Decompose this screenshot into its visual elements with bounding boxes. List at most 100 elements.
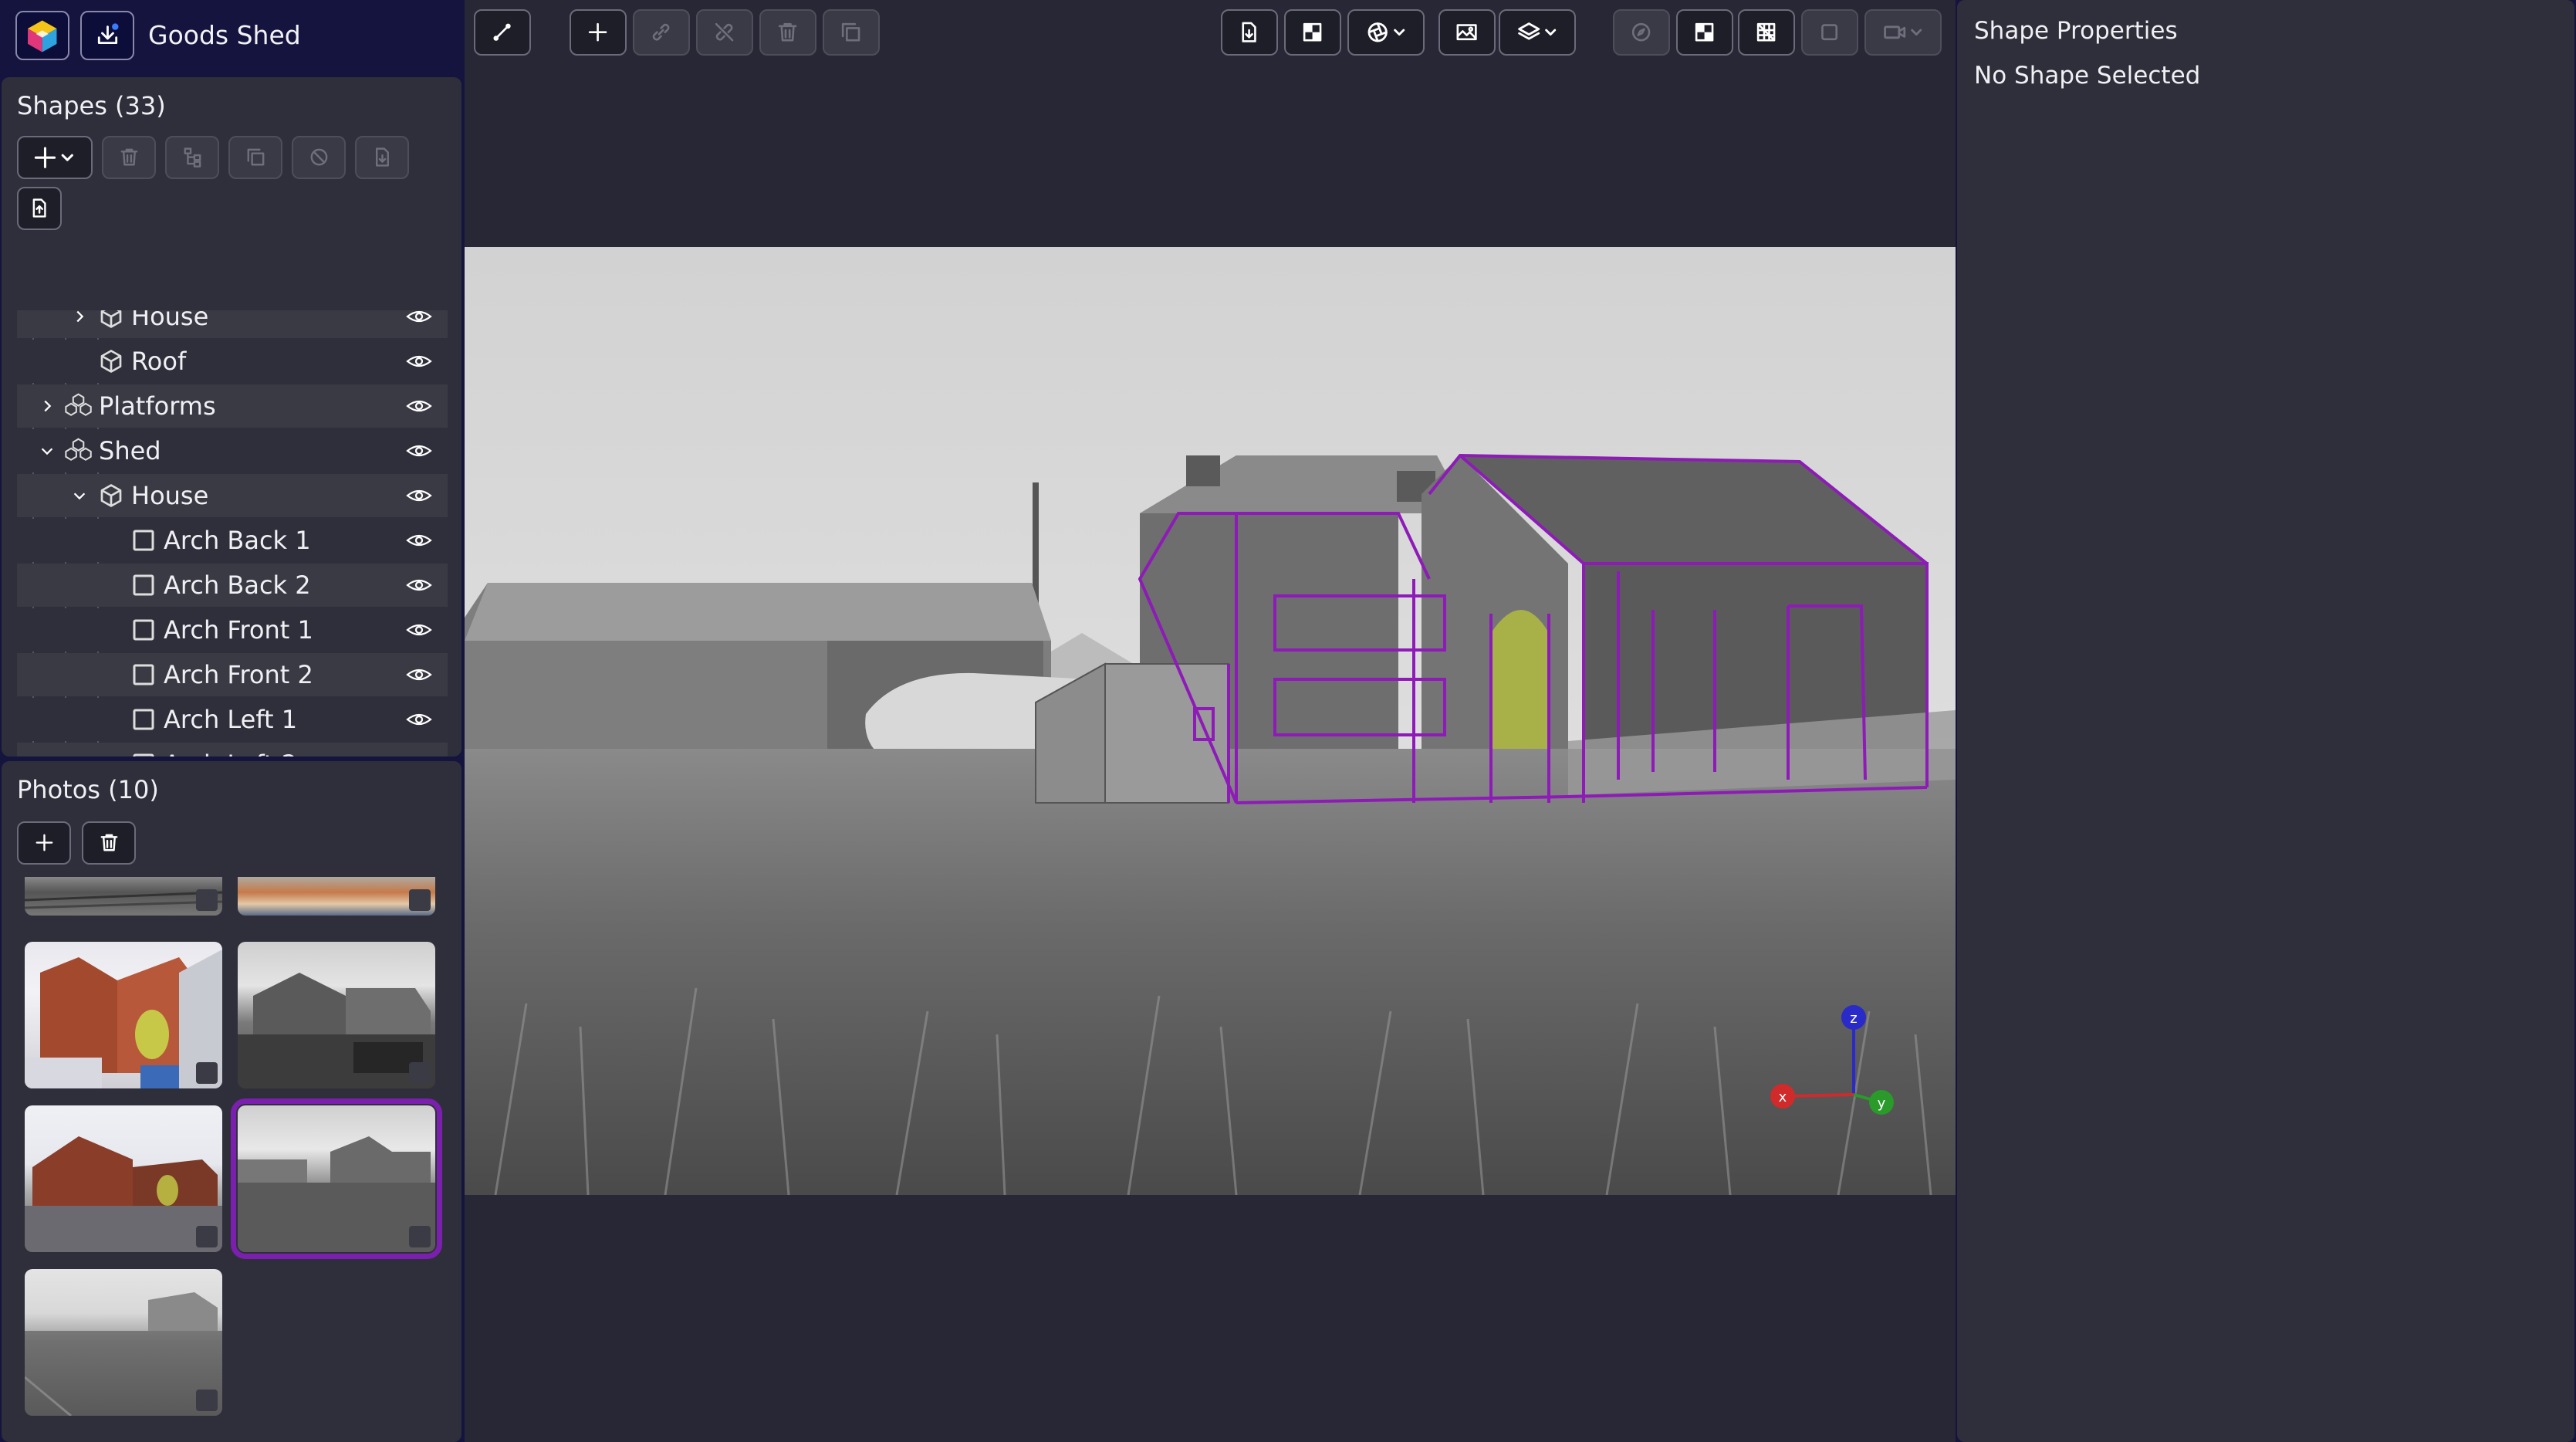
chevron-down-icon[interactable] [71, 487, 88, 504]
tree-row-arch-back-2[interactable]: Arch Back 2 [17, 564, 448, 607]
cube-group-icon [65, 438, 92, 461]
eye-visibility-icon[interactable] [406, 310, 432, 326]
eye-visibility-icon[interactable] [406, 665, 432, 684]
tree-row-arch-left-2[interactable]: Arch Left 2 [17, 743, 448, 757]
delete-shape-button[interactable] [102, 136, 156, 179]
photo-thumbnail[interactable] [25, 942, 222, 1088]
tree-row-label: House [131, 481, 209, 510]
add-shape-button[interactable] [17, 136, 93, 179]
tree-row-arch-front-2[interactable]: Arch Front 2 [17, 653, 448, 696]
camera-dropdown-button[interactable] [1864, 9, 1942, 56]
tree-row-label: Roof [131, 347, 187, 376]
photo-thumbnail[interactable] [238, 877, 435, 916]
photo-thumbnail[interactable] [25, 1105, 222, 1252]
export-button[interactable] [80, 11, 134, 60]
copy-icon [247, 149, 264, 166]
plus-dropdown-icon [35, 147, 74, 168]
tree-row-arch-front-1[interactable]: Arch Front 1 [17, 608, 448, 652]
eye-visibility-icon[interactable] [406, 486, 432, 505]
face-square-icon [133, 753, 154, 757]
eye-visibility-icon[interactable] [406, 397, 432, 415]
chevron-right-icon[interactable] [71, 310, 88, 325]
photo-scene: z x y [465, 247, 1956, 1195]
add-point-button[interactable] [570, 9, 627, 56]
ban-icon [310, 149, 327, 166]
reference-photo[interactable]: z x y [465, 247, 1956, 1195]
import-shape-button[interactable] [355, 136, 409, 179]
checker-toggle-button[interactable] [1284, 9, 1341, 56]
delete-point-button[interactable] [759, 9, 816, 56]
aperture-dropdown-button[interactable] [1347, 9, 1425, 56]
tree-row-house[interactable]: House [17, 474, 448, 517]
cube-logo-icon [28, 20, 57, 52]
cube-group-icon [65, 393, 92, 416]
chevron-down-icon[interactable] [39, 442, 56, 459]
tree-row-platforms[interactable]: Platforms [17, 384, 448, 428]
eye-visibility-icon[interactable] [406, 621, 432, 639]
tree-row-arch-back-1[interactable]: Arch Back 1 [17, 519, 448, 562]
tree-row-house[interactable]: House [17, 310, 448, 338]
cube-icon [100, 350, 122, 373]
trash-icon [779, 23, 797, 42]
copy-point-button[interactable] [823, 9, 880, 56]
face-square-icon [133, 619, 154, 641]
eye-visibility-icon[interactable] [406, 755, 432, 757]
measure-tool-button[interactable] [474, 9, 531, 56]
tree-row-label: Arch Left 2 [164, 750, 297, 757]
app-logo-button[interactable] [15, 11, 69, 60]
file-import-icon [375, 147, 389, 168]
download-icon [97, 23, 118, 45]
photo-badge-icon [409, 1062, 431, 1084]
tree-row-label: Arch Left 1 [164, 705, 298, 734]
tree-row-roof[interactable]: Roof [17, 340, 448, 383]
face-square-icon [133, 664, 154, 685]
eye-visibility-icon[interactable] [406, 576, 432, 594]
export-shape-button[interactable] [17, 187, 62, 230]
disable-button[interactable] [292, 136, 346, 179]
axis-x-label: x [1779, 1089, 1787, 1105]
face-square-icon [133, 574, 154, 596]
photo-view-button[interactable] [1438, 9, 1496, 56]
viewport[interactable]: z x y [465, 0, 1956, 1442]
compass-button[interactable] [1613, 9, 1670, 56]
tree-row-label: Arch Back 1 [164, 526, 311, 555]
checker-icon [1695, 23, 1714, 42]
link-button[interactable] [633, 9, 690, 56]
grid-off-icon [1757, 23, 1776, 42]
import-button[interactable] [1221, 9, 1278, 56]
tree-row-label: Shed [99, 436, 161, 465]
add-photo-button[interactable] [17, 821, 71, 865]
photo-badge-icon [409, 889, 431, 911]
layers-dropdown-button[interactable] [1499, 9, 1576, 56]
photo-badge-icon [196, 1062, 218, 1084]
hierarchy-button[interactable] [165, 136, 219, 179]
face-square-icon [133, 709, 154, 730]
trash-icon [100, 834, 117, 851]
photo-thumbnail[interactable] [25, 877, 222, 916]
chevron-right-icon[interactable] [39, 398, 56, 415]
shapes-panel-title: Shapes (33) [17, 91, 166, 120]
tree-row-shed[interactable]: Shed [17, 429, 448, 472]
eye-visibility-icon[interactable] [406, 352, 432, 371]
photo-thumbnail-selected[interactable] [231, 1098, 442, 1259]
hierarchy-icon [184, 147, 201, 168]
overlay-checker-button[interactable] [1676, 9, 1733, 56]
tree-row-label: Arch Front 2 [164, 660, 313, 689]
grid-off-button[interactable] [1738, 9, 1795, 56]
photo-badge-icon [196, 1226, 218, 1247]
photo-badge-icon [409, 1226, 431, 1247]
eye-visibility-icon[interactable] [406, 710, 432, 729]
frame-button[interactable] [1801, 9, 1858, 56]
eye-visibility-icon[interactable] [406, 531, 432, 550]
unlink-button[interactable] [696, 9, 753, 56]
photo-thumbnail[interactable] [238, 942, 435, 1088]
eye-visibility-icon[interactable] [406, 442, 432, 460]
tree-row-arch-left-1[interactable]: Arch Left 1 [17, 698, 448, 741]
cube-icon [100, 484, 122, 507]
duplicate-button[interactable] [228, 136, 282, 179]
delete-photo-button[interactable] [82, 821, 136, 865]
tree-row-label: Arch Front 1 [164, 615, 313, 645]
cube-icon [100, 310, 122, 328]
tree-row-label: Arch Back 2 [164, 570, 311, 600]
photo-thumbnail[interactable] [25, 1269, 222, 1416]
